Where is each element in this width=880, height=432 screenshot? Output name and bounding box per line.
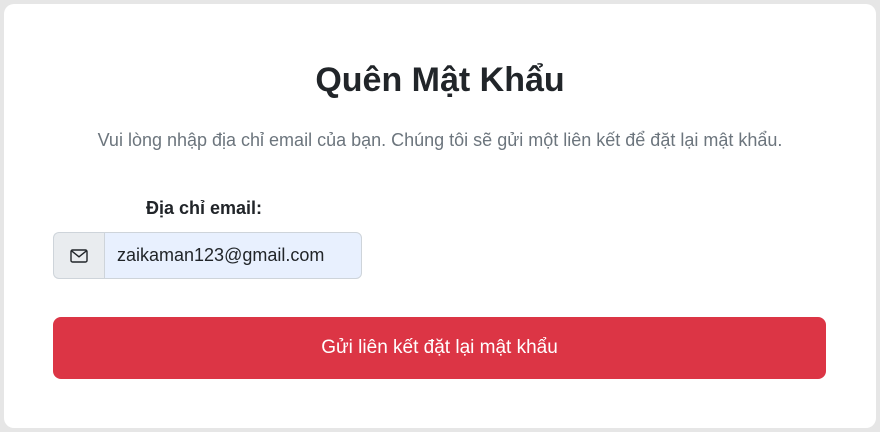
page-title: Quên Mật Khẩu: [315, 61, 565, 99]
envelope-icon-svg: [70, 248, 88, 263]
envelope-icon: [53, 232, 104, 279]
email-label: Địa chỉ email:: [146, 198, 263, 218]
send-reset-link-button[interactable]: Gửi liên kết đặt lại mật khẩu: [53, 317, 826, 379]
email-input[interactable]: [104, 232, 362, 279]
page-subtitle: Vui lòng nhập địa chỉ email của bạn. Chú…: [97, 130, 783, 150]
forgot-password-card: Quên Mật Khẩu Vui lòng nhập địa chỉ emai…: [4, 4, 876, 428]
email-input-group: [53, 232, 362, 279]
